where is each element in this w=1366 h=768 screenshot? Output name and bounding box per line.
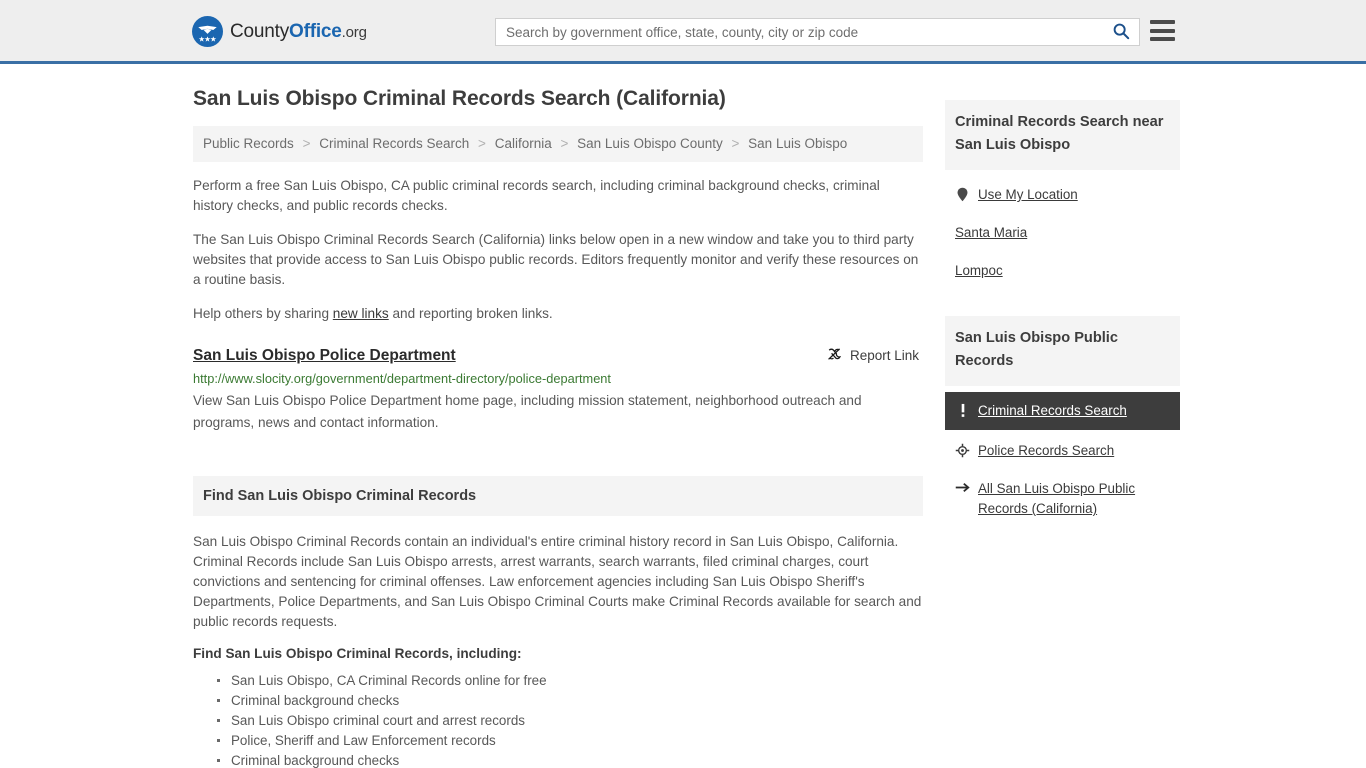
- police-badge-icon: [955, 443, 970, 458]
- breadcrumb-item-california[interactable]: California: [495, 136, 552, 151]
- section-sub-heading: Find San Luis Obispo Criminal Records, i…: [193, 646, 522, 661]
- site-logo[interactable]: CountyOffice.org: [192, 16, 367, 47]
- sidebar-card-nearby-header: Criminal Records Search near San Luis Ob…: [945, 100, 1180, 170]
- section-body: San Luis Obispo Criminal Records contain…: [193, 516, 923, 768]
- hamburger-bar: [1150, 20, 1175, 24]
- search-button[interactable]: [1103, 19, 1139, 45]
- breadcrumb-item-criminal-records-search[interactable]: Criminal Records Search: [319, 136, 469, 151]
- report-link-label: Report Link: [849, 348, 919, 363]
- intro-paragraph-2: The San Luis Obispo Criminal Records Sea…: [193, 232, 919, 287]
- report-link-button[interactable]: Report Link: [826, 346, 923, 365]
- result-item: San Luis Obispo Police Department Report…: [193, 346, 923, 434]
- section-paragraph: San Luis Obispo Criminal Records contain…: [193, 534, 922, 629]
- site-logo-text: CountyOffice.org: [230, 21, 367, 43]
- result-title-link[interactable]: San Luis Obispo Police Department: [193, 346, 456, 366]
- hamburger-bar: [1150, 28, 1175, 33]
- intro-paragraph-1: Perform a free San Luis Obispo, CA publi…: [193, 178, 880, 213]
- sidebar-item-all-public-records[interactable]: All San Luis Obispo Public Records (Cali…: [945, 470, 1180, 528]
- sidebar-item-criminal-records-search[interactable]: Criminal Records Search: [945, 392, 1180, 430]
- sidebar-public-records-links: Criminal Records Search Police Records S…: [945, 386, 1180, 528]
- section-heading-bar: Find San Luis Obispo Criminal Records: [193, 476, 923, 516]
- sidebar-card-nearby: Criminal Records Search near San Luis Ob…: [945, 100, 1180, 290]
- site-header: CountyOffice.org: [0, 0, 1366, 64]
- breadcrumb: Public Records > Criminal Records Search…: [193, 126, 923, 162]
- exclamation-icon: [955, 403, 970, 418]
- records-bullet-list: San Luis Obispo, CA Criminal Records onl…: [193, 671, 923, 768]
- list-item: Police, Sheriff and Law Enforcement reco…: [217, 731, 923, 751]
- search-bar[interactable]: [495, 18, 1140, 46]
- page-title: San Luis Obispo Criminal Records Search …: [193, 87, 726, 110]
- main-column: San Luis Obispo Criminal Records Search …: [193, 86, 923, 768]
- breadcrumb-item-public-records[interactable]: Public Records: [203, 136, 294, 151]
- sidebar-card-public-records-title: San Luis Obispo Public Records: [955, 330, 1118, 369]
- sidebar-card-nearby-title: Criminal Records Search near San Luis Ob…: [955, 114, 1164, 153]
- page-body: San Luis Obispo Criminal Records Search …: [0, 64, 1366, 768]
- list-item: San Luis Obispo criminal court and arres…: [217, 711, 923, 731]
- result-description: View San Luis Obispo Police Department h…: [193, 393, 862, 430]
- breadcrumb-item-san-luis-obispo[interactable]: San Luis Obispo: [748, 136, 847, 151]
- eagle-shield-logo-icon: [192, 16, 223, 47]
- result-header-row: San Luis Obispo Police Department Report…: [193, 346, 923, 366]
- sidebar-item-label: Lompoc: [955, 263, 1003, 278]
- sidebar-item-label: Criminal Records Search: [978, 403, 1127, 418]
- logo-text-office: Office: [289, 20, 342, 42]
- sidebar-card-public-records: San Luis Obispo Public Records Criminal …: [945, 316, 1180, 528]
- sidebar-item-lompoc[interactable]: Lompoc: [945, 252, 1180, 290]
- section-heading: Find San Luis Obispo Criminal Records: [203, 488, 477, 504]
- sidebar-item-label: Santa Maria: [955, 225, 1028, 240]
- content-columns: San Luis Obispo Criminal Records Search …: [193, 64, 1180, 768]
- help-line-after: and reporting broken links.: [388, 306, 553, 321]
- breadcrumb-separator: >: [731, 136, 740, 151]
- breadcrumb-separator: >: [478, 136, 486, 151]
- page-container: San Luis Obispo Criminal Records Search …: [193, 64, 1180, 768]
- map-pin-icon: [955, 187, 970, 202]
- breadcrumb-separator: >: [560, 136, 569, 151]
- list-item: Criminal background checks: [217, 691, 923, 711]
- sidebar-card-public-records-header: San Luis Obispo Public Records: [945, 316, 1180, 386]
- list-item: San Luis Obispo, CA Criminal Records onl…: [217, 671, 923, 691]
- logo-text-org: .org: [341, 23, 367, 41]
- help-line-before: Help others by sharing: [193, 306, 333, 321]
- breadcrumb-separator: >: [302, 136, 311, 151]
- search-icon: [1112, 22, 1130, 43]
- sidebar-item-label: Police Records Search: [978, 443, 1115, 458]
- new-links-link[interactable]: new links: [333, 306, 389, 321]
- broken-link-icon: [826, 346, 842, 365]
- hamburger-bar: [1150, 37, 1175, 41]
- logo-text-county: County: [230, 20, 290, 42]
- sidebar-item-police-records-search[interactable]: Police Records Search: [945, 432, 1180, 470]
- sidebar-nearby-links: Use My Location Santa Maria Lompoc: [945, 170, 1180, 290]
- breadcrumb-item-san-luis-obispo-county[interactable]: San Luis Obispo County: [577, 136, 723, 151]
- sidebar-item-use-my-location[interactable]: Use My Location: [945, 176, 1180, 214]
- hamburger-menu-icon[interactable]: [1150, 20, 1175, 41]
- sidebar-item-santa-maria[interactable]: Santa Maria: [945, 214, 1180, 252]
- sidebar-item-label: Use My Location: [978, 187, 1078, 202]
- search-input[interactable]: [496, 19, 1103, 45]
- sidebar-item-label: All San Luis Obispo Public Records (Cali…: [978, 481, 1136, 516]
- result-url[interactable]: http://www.slocity.org/government/depart…: [193, 369, 923, 388]
- list-item: Criminal background checks: [217, 751, 923, 768]
- sidebar: Criminal Records Search near San Luis Ob…: [945, 86, 1180, 768]
- arrow-right-icon: [955, 481, 970, 494]
- help-line: Help others by sharing new links and rep…: [193, 304, 923, 324]
